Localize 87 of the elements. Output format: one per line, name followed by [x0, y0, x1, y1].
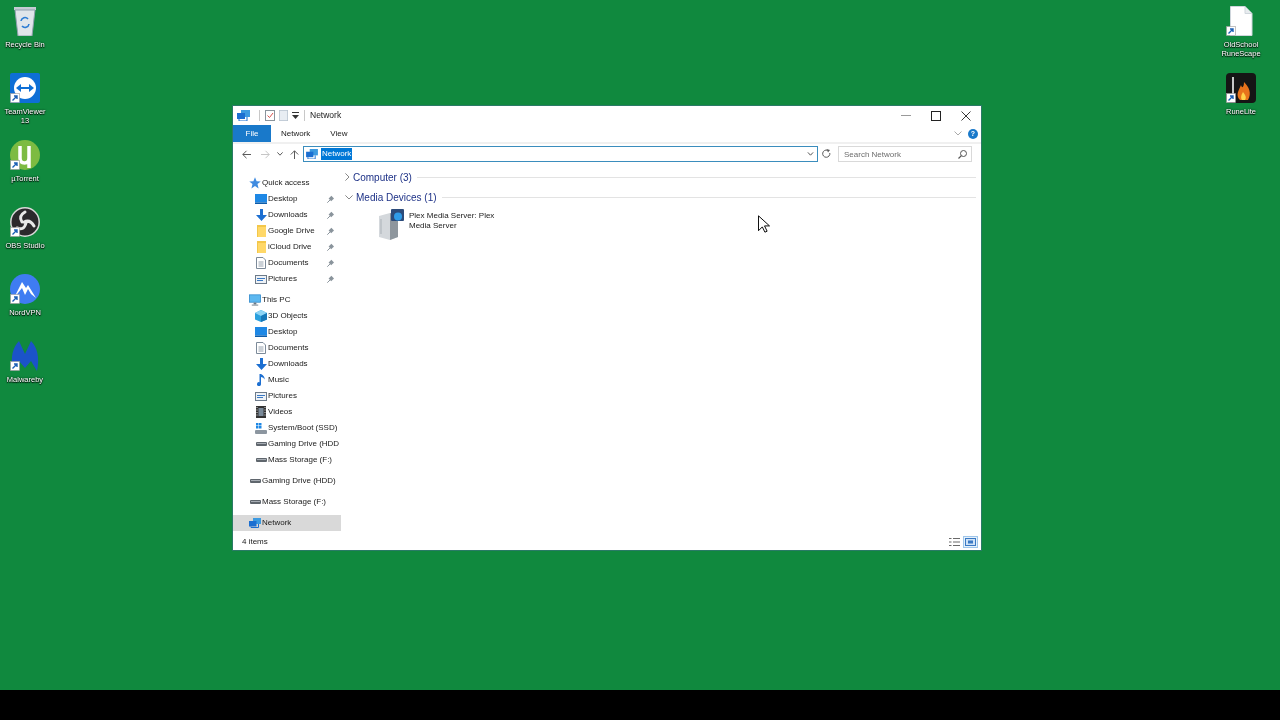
network-icon[interactable] — [237, 110, 250, 121]
drive-icon — [249, 479, 261, 483]
large-icons-icon — [965, 538, 976, 546]
screen-icon — [255, 327, 267, 337]
blank-file-icon[interactable] — [1226, 6, 1256, 36]
file-menu-button[interactable]: File — [233, 125, 271, 142]
back-arrow-icon — [242, 149, 251, 159]
folder-icon — [256, 241, 266, 253]
nav-item[interactable]: Google Drive — [233, 223, 341, 239]
group-header[interactable]: Computer (3) — [345, 169, 412, 185]
system-drive-icon — [255, 422, 267, 434]
drive-icon — [255, 458, 267, 462]
down-arrow-icon — [255, 209, 267, 221]
nav-item[interactable]: Videos — [233, 404, 341, 420]
up-arrow-icon — [290, 149, 299, 159]
nav-item[interactable]: Network — [233, 515, 341, 531]
dropdown-caret-icon[interactable] — [292, 112, 299, 119]
picture-icon — [255, 274, 267, 284]
chevron-down-icon[interactable] — [807, 152, 814, 156]
nav-item[interactable]: Gaming Drive (HDD — [233, 436, 341, 452]
close-icon — [961, 110, 971, 121]
pin-icon[interactable] — [327, 259, 334, 267]
drive-icon — [255, 442, 267, 446]
nav-item[interactable]: Documents — [233, 340, 341, 356]
drive-icon — [249, 500, 261, 504]
ribbon-tab[interactable]: View — [320, 125, 358, 142]
picture-icon — [255, 391, 267, 401]
nav-item[interactable]: 3D Objects — [233, 308, 341, 324]
mouse-pointer-icon — [758, 215, 770, 233]
page-check-icon[interactable] — [265, 110, 275, 121]
search-field[interactable]: Search Network — [838, 146, 972, 162]
maximize-icon — [931, 110, 941, 121]
flame-tile-icon[interactable] — [1226, 73, 1256, 103]
nav-item[interactable]: Documents — [233, 255, 341, 271]
item-count: 4 items — [242, 536, 268, 548]
nav-item[interactable]: Mass Storage (F:) — [233, 452, 341, 468]
media-server-icon — [378, 209, 404, 240]
pin-icon[interactable] — [327, 227, 334, 235]
nav-item[interactable]: Mass Storage (F:) — [233, 494, 341, 510]
window-title: Network — [310, 109, 342, 122]
mountain-logo-icon[interactable] — [10, 274, 40, 304]
details-list-icon — [949, 538, 960, 546]
nav-item[interactable]: Downloads — [233, 207, 341, 223]
document-icon — [256, 257, 266, 269]
star-icon — [249, 177, 261, 189]
network-icon — [306, 149, 318, 159]
down-arrow-icon — [255, 358, 267, 370]
nav-item[interactable]: iCloud Drive — [233, 239, 341, 255]
nav-item[interactable]: System/Boot (SSD) — [233, 420, 341, 436]
details-view-button[interactable] — [947, 536, 962, 548]
screen-icon — [255, 194, 267, 204]
network-device[interactable]: Plex Media Server: Plex Media Server — [378, 209, 501, 240]
music-note-icon — [257, 374, 265, 386]
minimize-icon — [901, 115, 911, 116]
document-icon — [256, 342, 266, 354]
pin-icon[interactable] — [327, 243, 334, 251]
search-icon[interactable] — [958, 149, 967, 159]
group-header[interactable]: Media Devices (1) — [345, 189, 437, 205]
nav-item[interactable]: This PC — [233, 292, 341, 308]
swirl-logo-icon[interactable] — [10, 207, 40, 237]
m-shape-logo-icon[interactable] — [10, 341, 40, 371]
ribbon-tab[interactable]: Network — [271, 125, 321, 142]
nav-item[interactable]: Desktop — [233, 191, 341, 207]
nav-item[interactable]: Gaming Drive (HDD) — [233, 473, 341, 489]
large-icons-view-button[interactable] — [963, 536, 978, 548]
nav-item[interactable]: Desktop — [233, 324, 341, 340]
pin-icon[interactable] — [327, 195, 334, 203]
address-text: Network — [321, 148, 353, 160]
cube-icon — [255, 310, 267, 322]
computer-icon — [249, 294, 261, 306]
nav-item[interactable]: Music — [233, 372, 341, 388]
folder-icon — [256, 225, 266, 237]
nav-item[interactable]: Downloads — [233, 356, 341, 372]
address-field[interactable]: Network — [303, 146, 818, 162]
nav-item[interactable]: Pictures — [233, 388, 341, 404]
forward-arrow-icon — [260, 149, 270, 159]
mu-symbol-logo-icon[interactable] — [10, 140, 40, 170]
refresh-icon — [821, 149, 831, 159]
network-icon — [249, 518, 261, 528]
chevron-down-icon — [277, 152, 283, 156]
pin-icon[interactable] — [327, 275, 334, 283]
film-icon — [256, 406, 266, 418]
pin-icon[interactable] — [327, 211, 334, 219]
chevron-down-icon — [954, 131, 962, 136]
double-arrow-tile-icon[interactable] — [10, 73, 40, 103]
nav-item[interactable]: Pictures — [233, 271, 341, 287]
nav-item[interactable]: Quick access — [233, 175, 341, 191]
